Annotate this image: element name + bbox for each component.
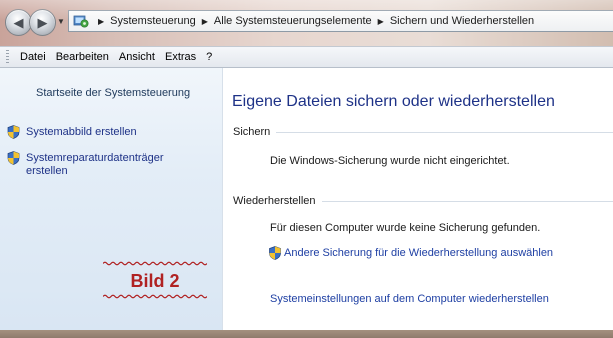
select-other-backup-link[interactable]: Andere Sicherung für die Wiederherstellu… <box>284 247 553 259</box>
back-button[interactable]: ◀ <box>5 9 32 36</box>
section-divider <box>321 200 613 202</box>
menu-edit[interactable]: Bearbeiten <box>53 51 116 63</box>
breadcrumb-control-panel[interactable]: Systemsteuerung <box>110 15 196 27</box>
menu-bar: Datei Bearbeiten Ansicht Extras ? <box>0 46 613 68</box>
breadcrumb-all-items[interactable]: Alle Systemsteuerungselemente <box>214 15 372 27</box>
content-area: Startseite der Systemsteuerung Systemabb… <box>0 68 613 330</box>
breadcrumb-separator-icon: ▶ <box>201 16 208 26</box>
sidebar-home-link[interactable]: Startseite der Systemsteuerung <box>36 87 190 99</box>
sidebar-item-create-repair-disc[interactable]: Systemreparaturdatenträger erstellen <box>26 152 206 178</box>
forward-button[interactable]: ▶ <box>29 9 56 36</box>
menu-help[interactable]: ? <box>203 51 219 63</box>
uac-shield-icon <box>7 125 20 139</box>
wavy-underline-bottom <box>103 294 207 299</box>
recent-pages-dropdown-icon[interactable]: ▼ <box>57 17 65 26</box>
restore-status-text: Für diesen Computer wurde keine Sicherun… <box>270 222 541 234</box>
window-chrome: ◀ ▶ ▼ ▶ Systemsteuerung ▶ Alle Systemste… <box>0 0 613 46</box>
sidebar: Startseite der Systemsteuerung Systemabb… <box>0 68 223 330</box>
arrow-right-icon: ▶ <box>37 14 48 30</box>
figure-label-text: Bild 2 <box>130 271 180 291</box>
backup-status-text: Die Windows-Sicherung wurde nicht einger… <box>270 155 510 167</box>
section-backup-label: Sichern <box>233 126 271 138</box>
control-panel-icon <box>73 15 89 28</box>
window-bottom-edge <box>0 330 613 338</box>
main-pane: Eigene Dateien sichern oder wiederherste… <box>223 68 613 330</box>
section-backup-heading: Sichern <box>233 126 613 138</box>
uac-shield-icon <box>7 151 20 165</box>
uac-shield-icon <box>269 246 281 260</box>
breadcrumb-separator-icon: ▶ <box>377 16 384 26</box>
address-bar[interactable]: ▶ Systemsteuerung ▶ Alle Systemsteuerung… <box>68 10 613 32</box>
sidebar-item-create-system-image[interactable]: Systemabbild erstellen <box>26 126 137 139</box>
section-restore-label: Wiederherstellen <box>233 195 316 207</box>
section-restore-heading: Wiederherstellen <box>233 195 613 207</box>
restore-system-settings-link[interactable]: Systemeinstellungen auf dem Computer wie… <box>270 293 549 305</box>
menu-file[interactable]: Datei <box>17 51 53 63</box>
menu-view[interactable]: Ansicht <box>116 51 162 63</box>
arrow-left-icon: ◀ <box>13 14 24 30</box>
section-divider <box>276 131 613 133</box>
toolbar-grip[interactable] <box>6 50 9 64</box>
figure-label-stamp: Bild 2 <box>103 261 207 299</box>
breadcrumb-backup-restore[interactable]: Sichern und Wiederherstellen <box>390 15 534 27</box>
menu-tools[interactable]: Extras <box>162 51 203 63</box>
page-title: Eigene Dateien sichern oder wiederherste… <box>232 93 555 110</box>
breadcrumb-separator-icon: ▶ <box>98 16 105 26</box>
